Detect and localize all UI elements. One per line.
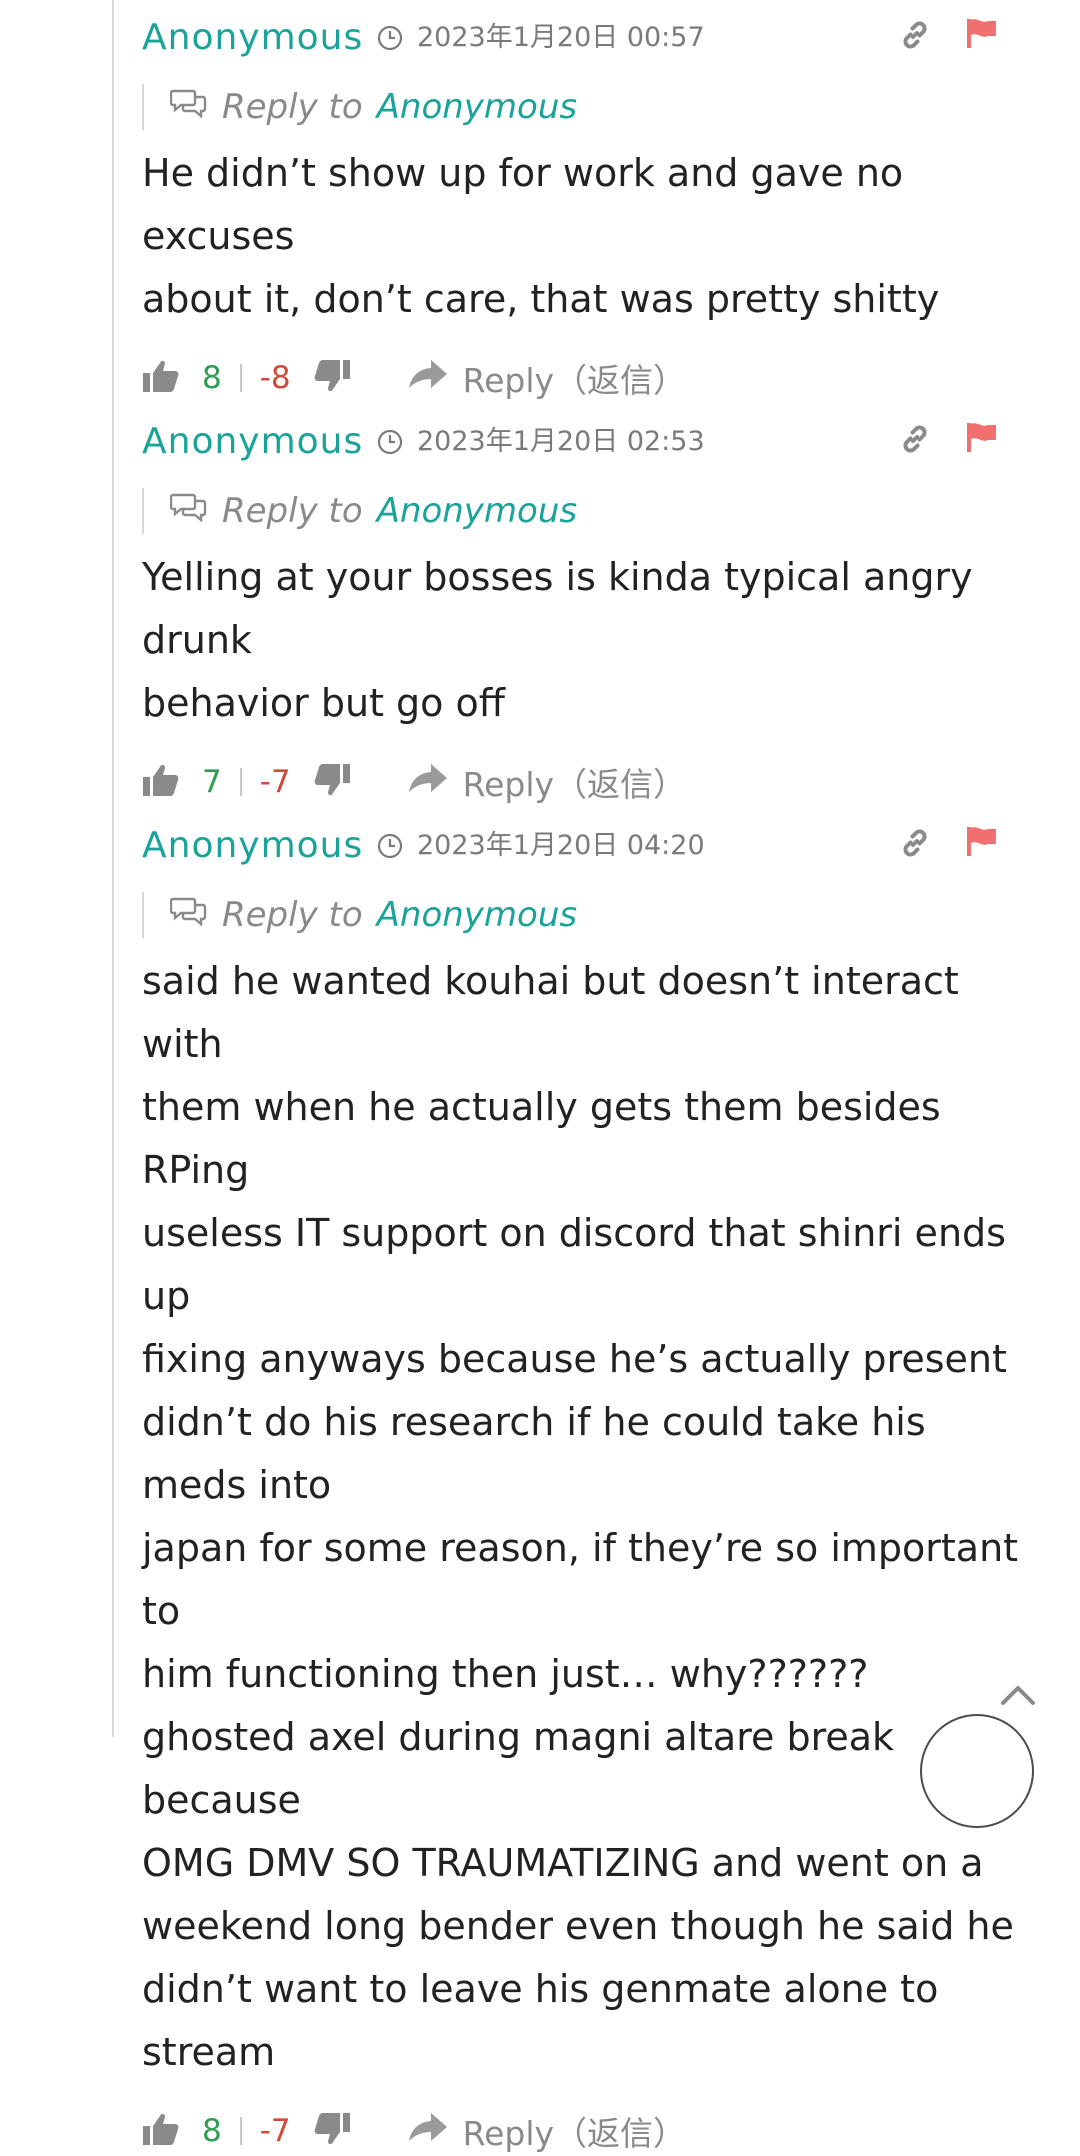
clock-icon: [377, 25, 403, 51]
reply-to-label: Reply to: [222, 895, 363, 935]
vote-divider: [239, 2117, 242, 2145]
reply-to-label: Reply to: [222, 87, 363, 127]
comment-body: Yelling at your bosses is kinda typical …: [142, 555, 973, 725]
comment-author[interactable]: Anonymous: [142, 14, 363, 62]
thumbs-up-icon: [142, 763, 180, 801]
like-count: 8: [202, 360, 222, 396]
vote-divider: [239, 768, 242, 796]
timestamp-text: 2023年1月20日 00:57: [417, 22, 705, 53]
share-arrow-icon: [407, 358, 449, 398]
reply-button[interactable]: Reply（返信）: [407, 2107, 686, 2155]
flag-icon[interactable]: [964, 16, 998, 54]
link-icon[interactable]: [898, 422, 932, 460]
vote-down-button[interactable]: [313, 763, 351, 801]
chat-bubbles-icon: [169, 892, 208, 938]
reply-to-label: Reply to: [222, 491, 363, 531]
comment-author[interactable]: Anonymous: [142, 418, 363, 466]
thumbs-down-icon: [313, 763, 351, 801]
comment-author[interactable]: Anonymous: [142, 822, 363, 870]
floating-action-button[interactable]: [920, 1714, 1034, 1828]
dislike-count: -8: [259, 360, 291, 396]
flag-icon[interactable]: [964, 824, 998, 862]
thumbs-up-icon: [142, 2112, 180, 2150]
comment-actions: 8 -8 Reply（返信）: [142, 353, 1042, 403]
share-arrow-icon: [407, 762, 449, 802]
vote-down-button[interactable]: [313, 2112, 351, 2150]
link-icon[interactable]: [898, 826, 932, 864]
timestamp-text: 2023年1月20日 04:20: [417, 830, 705, 861]
reply-button-label: Reply（返信）: [462, 765, 687, 804]
dislike-count: -7: [259, 764, 291, 800]
comment-actions: 8 -7 Reply（返信）: [142, 2106, 1042, 2156]
reply-to-author[interactable]: Anonymous: [377, 84, 577, 130]
reply-to-author[interactable]: Anonymous: [377, 488, 577, 534]
thumbs-down-icon: [313, 359, 351, 397]
comment-timestamp: 2023年1月20日 00:57: [377, 22, 705, 54]
vote-divider: [239, 364, 242, 392]
comment-header: Anonymous 2023年1月20日 02:53: [142, 418, 1042, 466]
comment: Anonymous 2023年1月20日 04:20 Reply to Anon…: [142, 822, 1042, 2156]
reply-to: Reply to Anonymous: [142, 892, 1042, 938]
reply-to-author[interactable]: Anonymous: [377, 892, 577, 938]
dislike-count: -7: [259, 2113, 291, 2149]
share-arrow-icon: [407, 2111, 449, 2151]
scroll-to-top-button[interactable]: [1000, 1682, 1036, 1710]
reply-button[interactable]: Reply（返信）: [407, 354, 686, 402]
timestamp-text: 2023年1月20日 02:53: [417, 426, 705, 457]
reply-to: Reply to Anonymous: [142, 84, 1042, 130]
vote-up-button[interactable]: [142, 359, 180, 397]
thread-line: [112, 0, 114, 1737]
comment-timestamp: 2023年1月20日 02:53: [377, 426, 705, 458]
vote-up-button[interactable]: [142, 2112, 180, 2150]
like-count: 8: [202, 2113, 222, 2149]
chat-bubbles-icon: [169, 84, 208, 130]
comment-body: said he wanted kouhai but doesn’t intera…: [142, 959, 1019, 2074]
vote-down-button[interactable]: [313, 359, 351, 397]
comment-header: Anonymous 2023年1月20日 00:57: [142, 14, 1042, 62]
comment-header: Anonymous 2023年1月20日 04:20: [142, 822, 1042, 870]
chat-bubbles-icon: [169, 488, 208, 534]
clock-icon: [377, 833, 403, 859]
vote-up-button[interactable]: [142, 763, 180, 801]
thumbs-up-icon: [142, 359, 180, 397]
thumbs-down-icon: [313, 2112, 351, 2150]
clock-icon: [377, 429, 403, 455]
chevron-up-icon: [1000, 1686, 1036, 1710]
reply-button-label: Reply（返信）: [462, 2114, 687, 2153]
comment: Anonymous 2023年1月20日 02:53 Reply to Anon…: [142, 418, 1042, 807]
reply-to: Reply to Anonymous: [142, 488, 1042, 534]
flag-icon[interactable]: [964, 420, 998, 458]
comment-body: He didn’t show up for work and gave no e…: [142, 151, 940, 321]
comment-timestamp: 2023年1月20日 04:20: [377, 830, 705, 862]
comment-actions: 7 -7 Reply（返信）: [142, 757, 1042, 807]
link-icon[interactable]: [898, 18, 932, 56]
reply-button-label: Reply（返信）: [462, 361, 687, 400]
like-count: 7: [202, 764, 222, 800]
reply-button[interactable]: Reply（返信）: [407, 758, 686, 806]
comment: Anonymous 2023年1月20日 00:57 Reply to Anon…: [142, 14, 1042, 403]
